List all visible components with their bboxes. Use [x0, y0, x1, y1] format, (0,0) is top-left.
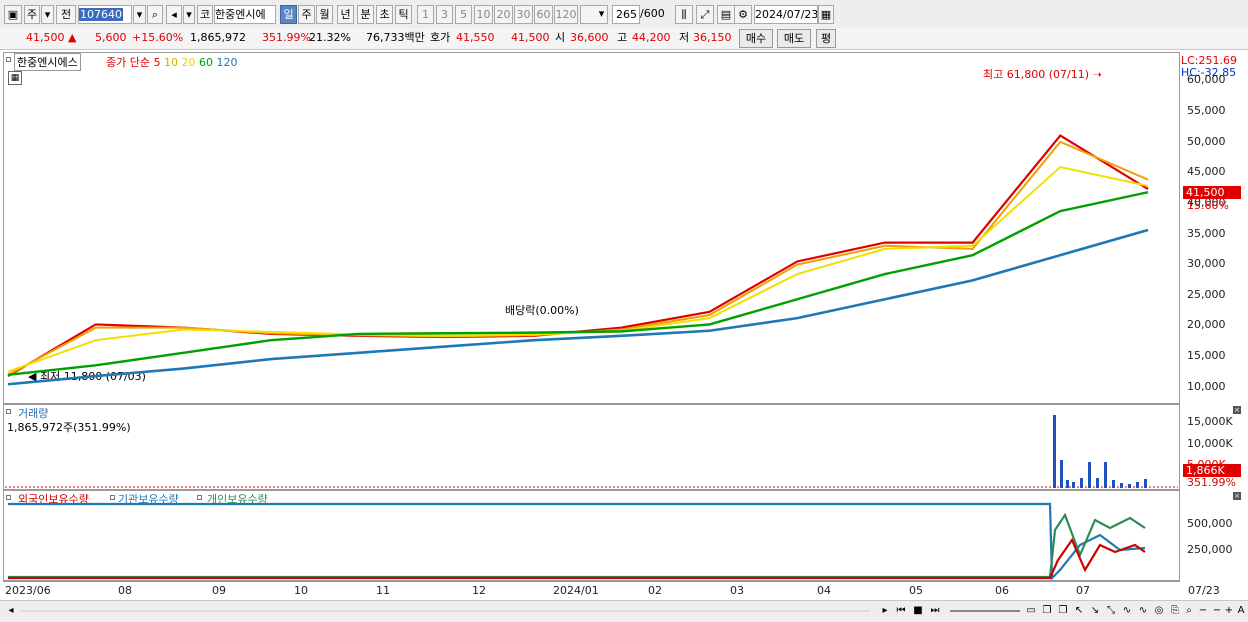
volume-bar [1080, 478, 1083, 488]
holding-foreign-line [8, 537, 1146, 580]
ma-60-line [7, 191, 1149, 377]
holding-individual-line [8, 512, 1146, 579]
volume-bar [1060, 460, 1063, 488]
volume-bar [1112, 480, 1115, 488]
price-chart [5, 134, 1178, 581]
volume-bar [1096, 478, 1099, 488]
volume-bar [1144, 479, 1147, 488]
volume-bar [1136, 482, 1139, 488]
volume-bar [1072, 482, 1075, 488]
ma-10-line [7, 140, 1149, 376]
ma-5-line [7, 134, 1149, 378]
holding-institution-line [8, 502, 1146, 581]
volume-bar [1128, 484, 1131, 488]
volume-bar [1053, 415, 1056, 488]
volume-bar [1088, 462, 1091, 488]
volume-bar [1066, 480, 1069, 488]
ma-20-line [7, 165, 1149, 373]
volume-bar [1104, 462, 1107, 488]
volume-bar [1120, 483, 1123, 488]
